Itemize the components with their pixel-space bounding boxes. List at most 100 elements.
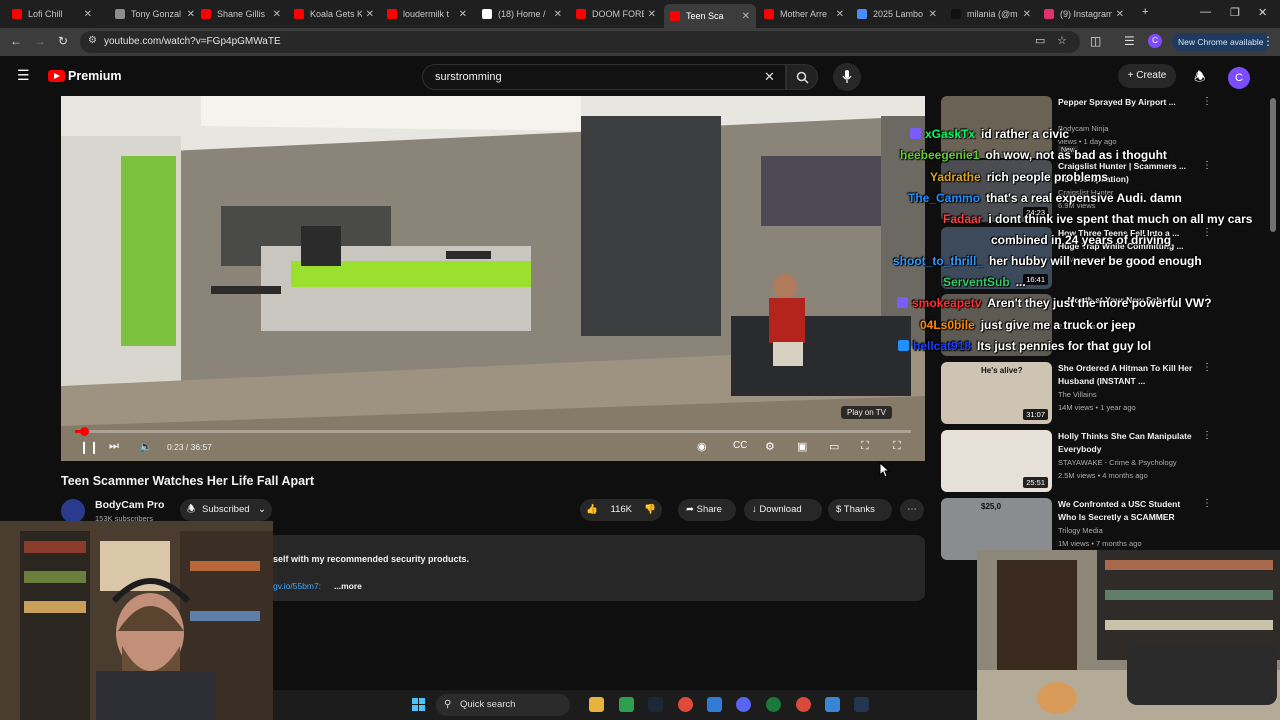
browser-tab[interactable]: Tony Gonzal ✕	[109, 4, 201, 24]
restore-icon[interactable]: ❐	[1230, 6, 1240, 19]
steam-icon[interactable]	[648, 697, 663, 712]
fullscreen-icon[interactable]: ⛶	[893, 440, 901, 453]
browser-tab[interactable]: Koala Gets K ✕	[288, 4, 380, 24]
cast-icon[interactable]: ⛶	[861, 440, 869, 453]
more-actions-button[interactable]: ⋯	[900, 499, 924, 521]
notifications-bell-icon[interactable]: 🕭	[1194, 68, 1206, 90]
more-options-icon[interactable]: ⋮	[1202, 430, 1212, 441]
forward-icon[interactable]: →	[34, 34, 46, 48]
new-chrome-available-button[interactable]: New Chrome available	[1172, 33, 1270, 51]
new-tab-icon[interactable]: +	[1142, 6, 1148, 18]
tab-close-icon[interactable]: ✕	[187, 9, 195, 20]
progress-scrubber[interactable]	[79, 427, 89, 436]
more-options-icon[interactable]: ⋮	[1202, 362, 1212, 373]
voice-search-button[interactable]	[833, 63, 861, 91]
browser-tab[interactable]: milania (@m ✕	[945, 4, 1037, 24]
windows-start-icon[interactable]	[412, 698, 426, 712]
search-box[interactable]: surstromming ✕	[422, 64, 786, 90]
xbox-icon[interactable]	[766, 697, 781, 712]
bookmark-star-icon[interactable]: ☆	[1057, 34, 1067, 47]
recommended-video-title[interactable]: Pepper Sprayed By Airport ...	[1058, 96, 1196, 109]
clear-search-icon[interactable]: ✕	[764, 69, 775, 85]
site-info-icon[interactable]: ⚙	[88, 35, 97, 46]
video-player[interactable]: Play on TV ❙❙ ⏭ 🔈 0:23 / 36:57 ◉ CC ⚙ ▣ …	[61, 96, 925, 461]
tab-close-icon[interactable]: ✕	[459, 9, 467, 20]
more-options-icon[interactable]: ⋮	[1202, 160, 1212, 171]
recommended-video-channel[interactable]: Trilogy Media	[1058, 526, 1103, 535]
channel-avatar[interactable]	[61, 499, 85, 523]
browser-tab[interactable]: Teen Sca ✕	[664, 4, 756, 28]
chrome-active-icon[interactable]	[796, 697, 811, 712]
search-button[interactable]	[786, 64, 818, 90]
miniplayer-icon[interactable]: ▣	[797, 440, 807, 453]
steam-client-icon[interactable]	[854, 697, 869, 712]
browser-tab[interactable]: (9) Instagram ✕	[1038, 4, 1130, 24]
browser-tab[interactable]: Mother Arre ✕	[758, 4, 850, 24]
tab-close-icon[interactable]: ✕	[742, 11, 750, 22]
search-input[interactable]: surstromming	[435, 71, 502, 83]
window-close-icon[interactable]: ✕	[1258, 6, 1267, 19]
recommended-video-title[interactable]: We Confronted a USC Student Who Is Secre…	[1058, 498, 1196, 524]
recommended-video-title[interactable]: She Ordered A Hitman To Kill Her Husband…	[1058, 362, 1196, 388]
tab-close-icon[interactable]: ✕	[366, 9, 374, 20]
subscribed-button[interactable]: 🕭 Subscribed ⌄	[180, 499, 272, 521]
browser-tab[interactable]: (18) Home / ✕	[476, 4, 568, 24]
recommended-video-channel[interactable]: The Villains	[1058, 390, 1097, 399]
minimize-icon[interactable]: —	[1200, 6, 1211, 18]
recommended-video-thumbnail[interactable]: He's alive? 31:07	[941, 362, 1052, 424]
browser-tab[interactable]: 2025 Lambo ✕	[851, 4, 943, 24]
reading-list-icon[interactable]: ☰	[1124, 34, 1135, 48]
tab-close-icon[interactable]: ✕	[836, 9, 844, 20]
account-avatar[interactable]: C	[1228, 67, 1250, 89]
edge-icon[interactable]	[825, 697, 840, 712]
recommended-video[interactable]: 25:51 Holly Thinks She Can Manipulate Eve…	[941, 430, 1212, 496]
tab-close-icon[interactable]: ✕	[273, 9, 281, 20]
page-scrollbar[interactable]	[1270, 98, 1276, 232]
reload-icon[interactable]: ↻	[58, 34, 68, 48]
browser-profile-avatar[interactable]: C	[1148, 34, 1162, 48]
browser-tab[interactable]: loudermilk t ✕	[381, 4, 473, 24]
share-button[interactable]: ➦ Share	[678, 499, 736, 521]
like-button[interactable]: 👍 116K	[586, 499, 632, 521]
recommended-video-thumbnail[interactable]: 25:51	[941, 430, 1052, 492]
thanks-button[interactable]: $ Thanks	[828, 499, 892, 521]
tab-close-icon[interactable]: ✕	[1116, 9, 1124, 20]
nvidia-icon[interactable]	[619, 697, 634, 712]
recommended-video-title[interactable]: Holly Thinks She Can Manipulate Everybod…	[1058, 430, 1196, 456]
install-app-icon[interactable]: ▭	[1035, 34, 1045, 47]
more-options-icon[interactable]: ⋮	[1202, 498, 1212, 509]
description-more-link[interactable]: ...more	[334, 581, 362, 591]
browser-tab[interactable]: DOOM FORE ✕	[570, 4, 662, 24]
description-link[interactable]: gv.io/55bm7:	[273, 581, 321, 591]
youtube-premium-logo[interactable]: Premium	[68, 69, 122, 83]
youtube-logo-icon[interactable]	[48, 70, 65, 82]
file-explorer-icon[interactable]	[589, 697, 604, 712]
more-options-icon[interactable]: ⋮	[1202, 227, 1212, 238]
tab-close-icon[interactable]: ✕	[1023, 9, 1031, 20]
extensions-icon[interactable]: ◫	[1090, 34, 1101, 48]
dislike-button[interactable]: 👎	[644, 499, 656, 521]
recommended-video-channel[interactable]: STAYAWAKE - Crime & Psychology	[1058, 458, 1177, 467]
next-video-icon[interactable]: ⏭	[109, 440, 119, 453]
browser-tab[interactable]: Shane Gillis ✕	[195, 4, 287, 24]
app-icon[interactable]	[707, 697, 722, 712]
chrome-icon[interactable]	[678, 697, 693, 712]
browser-menu-icon[interactable]: ⋮	[1262, 34, 1274, 48]
discord-icon[interactable]	[736, 697, 751, 712]
theater-mode-icon[interactable]: ▭	[829, 440, 839, 453]
volume-icon[interactable]: 🔈	[139, 440, 153, 453]
address-bar[interactable]: ⚙ youtube.com/watch?v=FGp4pGMWaTE ▭ ☆	[80, 31, 1080, 53]
tab-close-icon[interactable]: ✕	[84, 9, 92, 20]
progress-bar[interactable]	[75, 427, 911, 436]
tab-close-icon[interactable]: ✕	[554, 9, 562, 20]
back-icon[interactable]: ←	[10, 34, 22, 48]
browser-tab[interactable]: Lofi Chill ✕	[6, 4, 98, 24]
pause-icon[interactable]: ❙❙	[79, 440, 99, 454]
download-button[interactable]: ↓ Download	[744, 499, 822, 521]
channel-name[interactable]: BodyCam Pro	[95, 499, 164, 511]
more-options-icon[interactable]: ⋮	[1202, 96, 1212, 107]
captions-icon[interactable]: CC	[733, 440, 747, 451]
tab-close-icon[interactable]: ✕	[929, 9, 937, 20]
hamburger-menu-icon[interactable]: ☰	[17, 67, 30, 84]
settings-gear-icon[interactable]: ⚙	[765, 440, 775, 453]
